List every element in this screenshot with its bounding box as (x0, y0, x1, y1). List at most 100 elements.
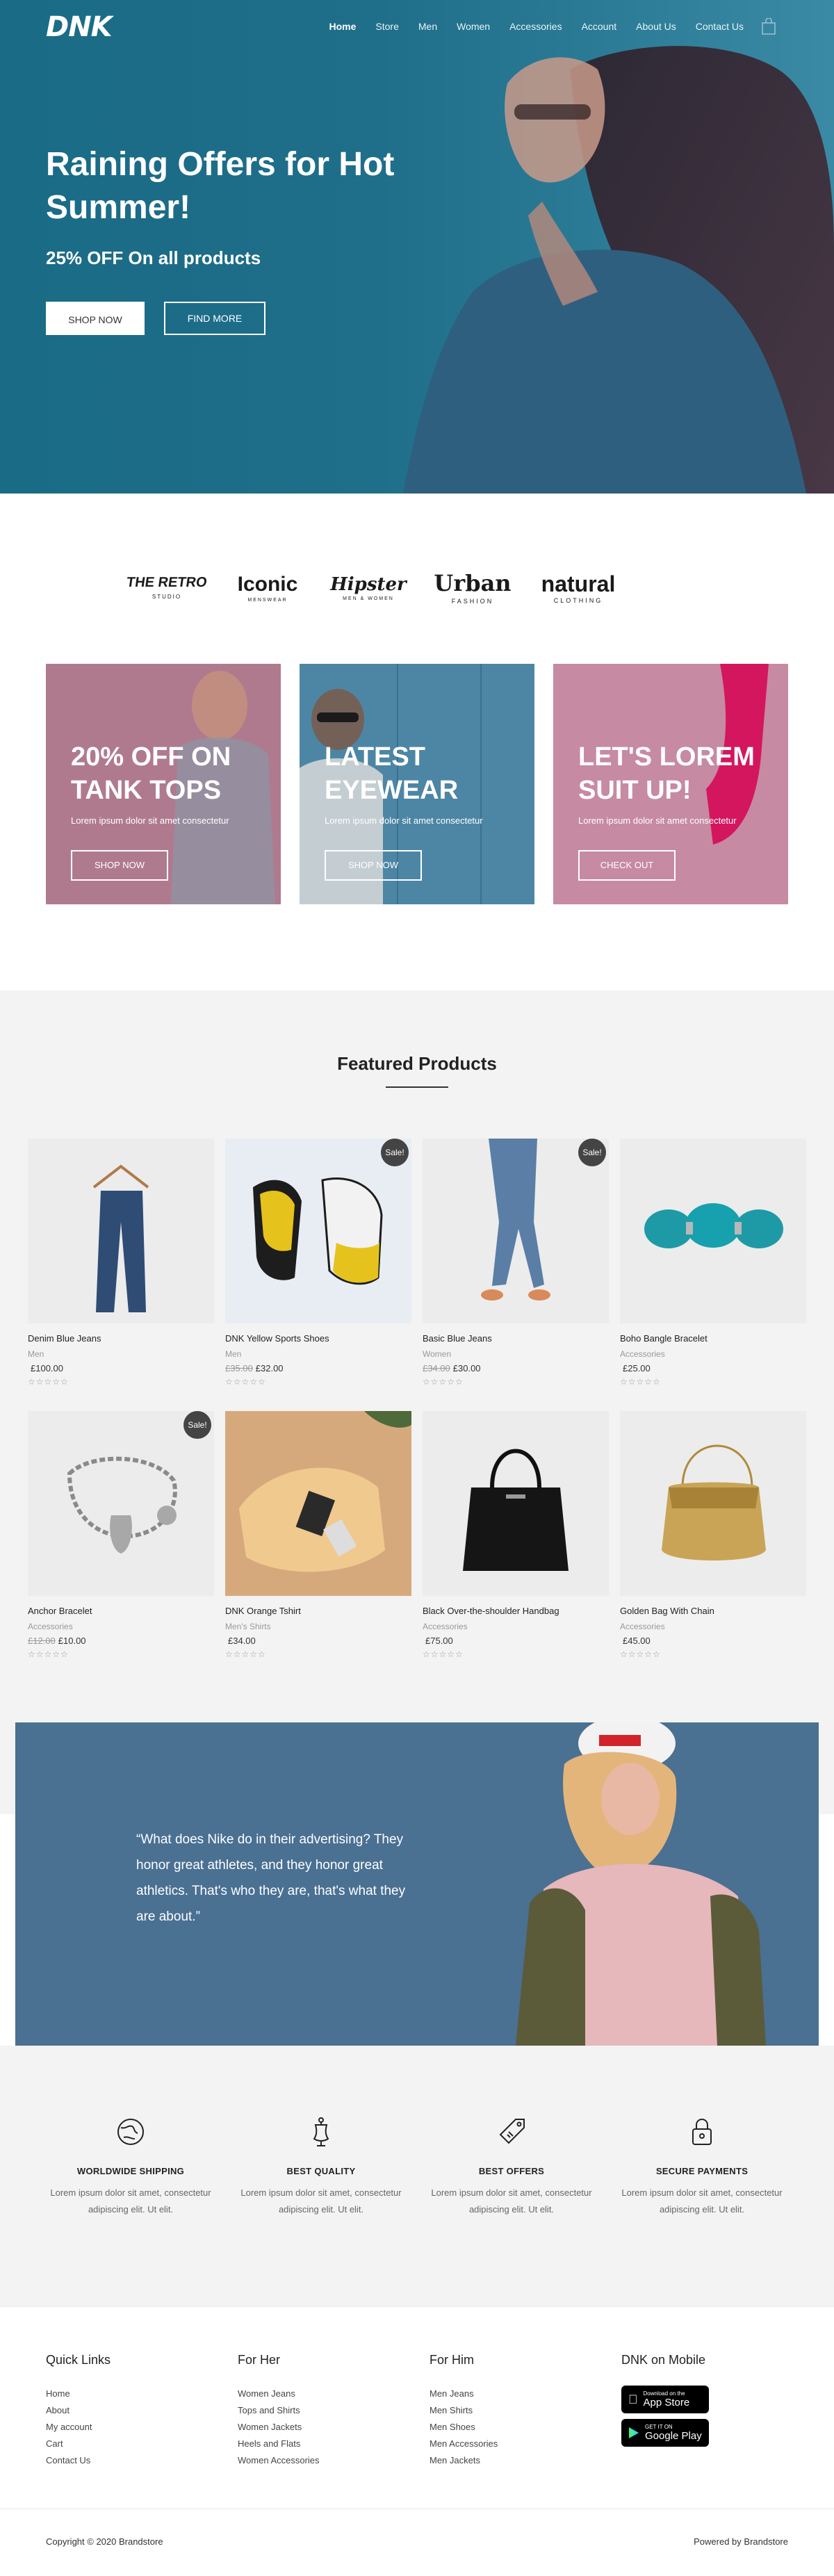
badge-big-text: Google Play (645, 2430, 702, 2442)
brand-sub: STUDIO (152, 594, 182, 600)
nav-accessories[interactable]: Accessories (509, 21, 562, 32)
brand-hipster-logo[interactable]: Hipster MEN & WOMEN (327, 556, 410, 619)
product-price: £12.00 £10.00 (28, 1636, 214, 1646)
product-image[interactable]: Sale! (28, 1411, 214, 1596)
product-name[interactable]: DNK Yellow Sports Shoes (225, 1333, 411, 1344)
promo-eyewear[interactable]: LATEST EYEWEAR Lorem ipsum dolor sit ame… (300, 664, 534, 904)
brand-name: Iconic (237, 572, 298, 596)
powered-by[interactable]: Powered by Brandstore (694, 2536, 788, 2547)
product-card[interactable]: Sale! Basic Blue Jeans Women £34.00 £30.0… (423, 1139, 609, 1387)
product-image[interactable] (423, 1411, 609, 1596)
product-category[interactable]: Accessories (423, 1622, 609, 1631)
product-card[interactable]: DNK Orange Tshirt Men's Shirts £34.00 ☆☆… (225, 1411, 411, 1659)
cart-icon[interactable] (762, 18, 776, 35)
product-name[interactable]: DNK Orange Tshirt (225, 1606, 411, 1616)
product-card[interactable]: Golden Bag With Chain Accessories £45.00… (620, 1411, 806, 1659)
product-category[interactable]: Men's Shirts (225, 1622, 411, 1631)
product-name[interactable]: Basic Blue Jeans (423, 1333, 609, 1344)
promo-shop-now-button[interactable]: SHOP NOW (71, 850, 168, 881)
product-image[interactable] (28, 1139, 214, 1323)
product-image[interactable] (620, 1411, 806, 1596)
product-name[interactable]: Golden Bag With Chain (620, 1606, 806, 1616)
badge-text: Download on the App Store (644, 2390, 690, 2408)
footer-link[interactable]: Men Jackets (430, 2452, 498, 2469)
shop-now-button[interactable]: SHOP NOW (46, 302, 145, 335)
nav-about[interactable]: About Us (636, 21, 676, 32)
brand-sub: MEN & WOMEN (343, 596, 394, 601)
product-image[interactable] (620, 1139, 806, 1323)
product-category[interactable]: Accessories (620, 1349, 806, 1359)
footer-link-home[interactable]: Home (46, 2386, 111, 2402)
promo-tank-tops[interactable]: 20% OFF ON TANK TOPS Lorem ipsum dolor s… (46, 664, 281, 904)
product-name[interactable]: Boho Bangle Bracelet (620, 1333, 806, 1344)
brand-iconic-logo[interactable]: Iconic MENSWEAR (226, 556, 309, 619)
nav-women[interactable]: Women (457, 21, 490, 32)
product-card[interactable]: Denim Blue Jeans Men £100.00 ☆☆☆☆☆ (28, 1139, 214, 1387)
footer-link[interactable]: Women Jeans (238, 2386, 320, 2402)
feature-title: WORLDWIDE SHIPPING (76, 2166, 185, 2176)
product-card[interactable]: Sale! Anchor Bracelet Accessories £12.00… (28, 1411, 214, 1659)
product-price: £34.00 £30.00 (423, 1363, 609, 1373)
feature-best-offers: BEST OFFERS Lorem ipsum dolor sit amet, … (421, 2115, 602, 2218)
footer-link[interactable]: Men Shirts (430, 2402, 498, 2419)
product-category[interactable]: Men (28, 1349, 214, 1359)
footer-link[interactable]: Men Accessories (430, 2436, 498, 2452)
brand-name: Urban (434, 570, 512, 596)
sale-badge: Sale! (381, 1139, 409, 1166)
promo-suit-up[interactable]: LET'S LOREM SUIT UP! Lorem ipsum dolor s… (553, 664, 788, 904)
feature-secure-payments: SECURE PAYMENTS Lorem ipsum dolor sit am… (612, 2115, 792, 2218)
footer-link[interactable]: Tops and Shirts (238, 2402, 320, 2419)
product-image[interactable]: Sale! (225, 1139, 411, 1323)
promo-shop-now-button[interactable]: SHOP NOW (325, 850, 422, 881)
google-play-badge[interactable]: GET IT ON Google Play (621, 2419, 709, 2447)
app-store-badge[interactable]:  Download on the App Store (621, 2386, 709, 2413)
footer-link-cart[interactable]: Cart (46, 2436, 111, 2452)
footer-link[interactable]: Heels and Flats (238, 2436, 320, 2452)
nav-store[interactable]: Store (375, 21, 398, 32)
old-price: £34.00 (423, 1363, 450, 1373)
nav-men[interactable]: Men (418, 21, 437, 32)
brand-retro-logo[interactable]: THE RETRO STUDIO (125, 556, 208, 619)
footer-link[interactable]: Men Jeans (430, 2386, 498, 2402)
apple-icon:  (628, 2392, 638, 2407)
golden-bag-image (662, 1444, 766, 1560)
brand-natural-logo[interactable]: natural CLOTHING (530, 556, 627, 619)
logo[interactable]: DNK (46, 11, 113, 43)
product-category[interactable]: Men (225, 1349, 411, 1359)
footer-link[interactable]: Women Jackets (238, 2419, 320, 2436)
nav-home[interactable]: Home (329, 21, 357, 32)
product-image[interactable]: Sale! (423, 1139, 609, 1323)
find-more-button[interactable]: FIND MORE (164, 302, 265, 335)
product-category[interactable]: Accessories (620, 1622, 806, 1631)
product-name[interactable]: Anchor Bracelet (28, 1606, 214, 1616)
footer-link[interactable]: Men Shoes (430, 2419, 498, 2436)
product-category[interactable]: Accessories (28, 1622, 214, 1631)
product-image[interactable] (225, 1411, 411, 1596)
product-name[interactable]: Black Over-the-shoulder Handbag (423, 1606, 609, 1616)
product-category[interactable]: Women (423, 1349, 609, 1359)
footer-link-about[interactable]: About (46, 2402, 111, 2419)
featured-products-section: Featured Products Denim Blue Jeans Men £… (0, 991, 834, 1814)
product-card[interactable]: Black Over-the-shoulder Handbag Accessor… (423, 1411, 609, 1659)
hero-section: DNK Home Store Men Women Accessories Acc… (0, 0, 834, 494)
footer-link-my-account[interactable]: My account (46, 2419, 111, 2436)
nav-contact[interactable]: Contact Us (696, 21, 744, 32)
footer-heading: For Him (430, 2353, 474, 2367)
footer-for-her: For Her Women Jeans Tops and Shirts Wome… (238, 2353, 320, 2469)
title-underline (386, 1086, 448, 1088)
rating-stars: ☆☆☆☆☆ (423, 1377, 464, 1387)
nav-account[interactable]: Account (582, 21, 617, 32)
footer-link[interactable]: Women Accessories (238, 2452, 320, 2469)
product-name[interactable]: Denim Blue Jeans (28, 1333, 214, 1344)
promo-text: Lorem ipsum dolor sit amet consectetur (578, 815, 737, 826)
feature-text: Lorem ipsum dolor sit amet, consectetur … (431, 2187, 592, 2215)
promo-check-out-button[interactable]: CHECK OUT (578, 850, 676, 881)
brand-sub: MENSWEAR (247, 597, 288, 603)
feature-worldwide-shipping: WORLDWIDE SHIPPING Lorem ipsum dolor sit… (40, 2115, 221, 2218)
feature-text: Lorem ipsum dolor sit amet, consectetur … (240, 2187, 402, 2215)
product-card[interactable]: Sale! DNK Yellow Sports Shoes Men £35.00… (225, 1139, 411, 1387)
main-menu: Home Store Men Women Accessories Account… (329, 21, 744, 32)
product-card[interactable]: Boho Bangle Bracelet Accessories £25.00 … (620, 1139, 806, 1387)
footer-link-contact[interactable]: Contact Us (46, 2452, 111, 2469)
brand-urban-logo[interactable]: Urban FASHION (427, 556, 518, 619)
